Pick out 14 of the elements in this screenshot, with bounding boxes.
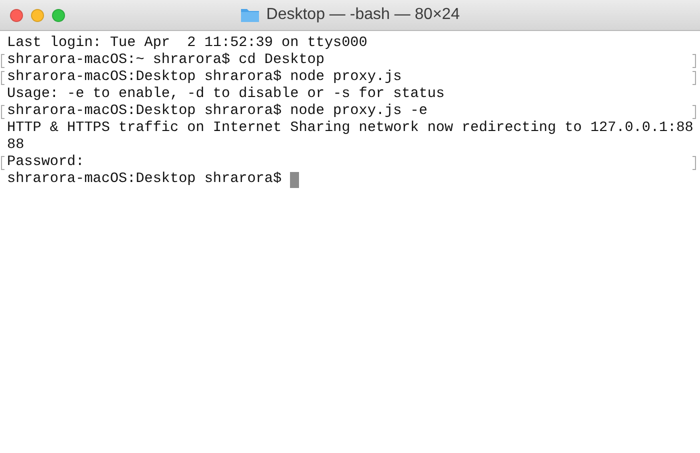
terminal-line: shrarora-macOS:Desktop shrarora$ (6, 171, 282, 188)
terminal-line: Password: (6, 154, 84, 171)
minimize-button[interactable] (31, 8, 44, 22)
folder-icon (240, 7, 260, 23)
terminal-line: Last login: Tue Apr 2 11:52:39 on ttys000 (6, 35, 368, 52)
terminal-line: HTTP & HTTPS traffic on Internet Sharing network now redirecting to 127.0.0.1:88 (6, 120, 694, 137)
window-title: Desktop — -bash — 80×24 (266, 6, 460, 24)
terminal-line: Usage: -e to enable, -d to disable or -s for status (6, 86, 445, 103)
terminal-line: 88 (6, 137, 24, 154)
zoom-button[interactable] (52, 8, 65, 22)
terminal-line: shrarora-macOS:Desktop shrarora$ node proxy.js -e (6, 103, 428, 120)
terminal-line: shrarora-macOS:Desktop shrarora$ node proxy.js (6, 69, 402, 86)
close-button[interactable] (10, 8, 23, 22)
terminal-line: shrarora-macOS:~ shrarora$ cd Desktop (6, 52, 324, 69)
